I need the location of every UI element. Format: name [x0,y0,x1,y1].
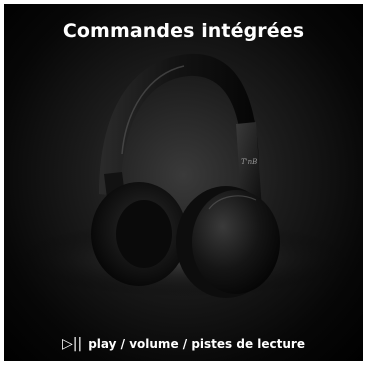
right-ear-cup [192,190,280,294]
page-title: Commandes intégrées [62,20,305,42]
left-ear-cushion-inner [116,200,172,268]
brand-mark: T'nB [241,158,257,166]
play-pause-icon: ▷|| [62,336,83,352]
product-image: T'nB Commandes intégrées ▷|| play / volu… [4,4,363,361]
feature-caption-text: play / volume / pistes de lecture [88,337,305,351]
headband [99,53,259,196]
feature-caption: ▷|| play / volume / pistes de lecture [4,337,363,351]
headphones-image: T'nB [14,53,354,298]
